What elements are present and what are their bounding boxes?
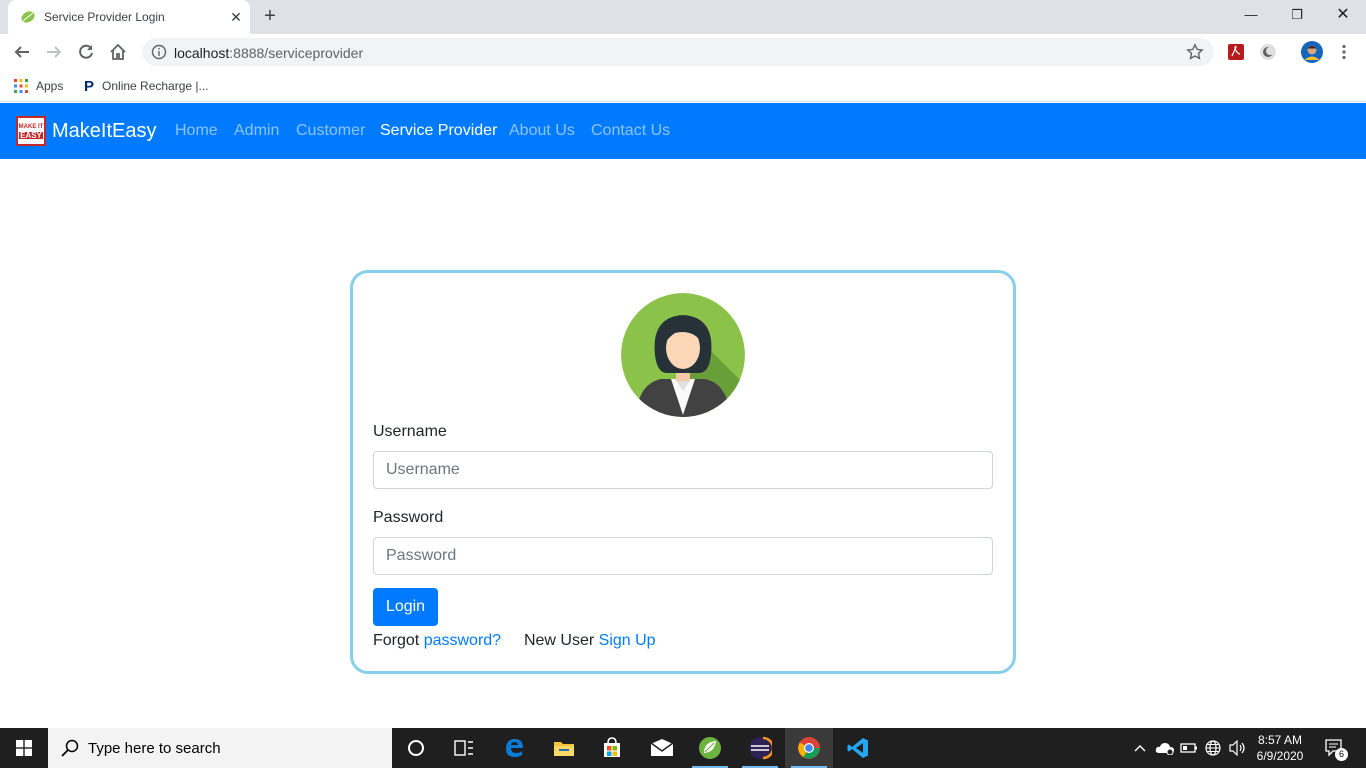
browser-tab[interactable]: Service Provider Login ✕: [8, 0, 250, 34]
url-text: localhost:8888/serviceprovider: [174, 45, 364, 61]
bookmark-label: Apps: [36, 79, 64, 93]
new-user-prefix: New User: [523, 632, 599, 649]
pdf-extension-icon[interactable]: [1224, 40, 1248, 64]
password-label: Password: [373, 509, 444, 526]
battery-icon[interactable]: [1178, 728, 1200, 768]
restore-icon[interactable]: ❐: [1274, 0, 1320, 32]
site-navbar: MAKE IT EASY MakeItEasy Home Admin Custo…: [0, 103, 1366, 159]
nav-link-contact-us[interactable]: Contact Us: [591, 122, 670, 140]
mail-icon[interactable]: [638, 728, 686, 768]
tab-close-icon[interactable]: ✕: [226, 7, 246, 27]
username-input[interactable]: [373, 451, 993, 489]
search-icon: [61, 739, 79, 757]
task-view-icon[interactable]: [440, 728, 488, 768]
onedrive-sync-icon[interactable]: [1153, 728, 1177, 768]
bookmarks-bar: Apps P Online Recharge |...: [0, 70, 1366, 102]
brand-name: MakeItEasy: [52, 119, 157, 142]
file-explorer-icon[interactable]: [540, 728, 588, 768]
notification-count-badge: 6: [1335, 748, 1348, 761]
forward-icon[interactable]: [42, 40, 66, 64]
brand[interactable]: MAKE IT EASY MakeItEasy: [16, 115, 156, 147]
password-input[interactable]: [373, 537, 993, 575]
chrome-icon[interactable]: [785, 728, 833, 768]
nav-link-service-provider[interactable]: Service Provider: [380, 122, 497, 140]
cortana-icon[interactable]: [392, 728, 440, 768]
network-globe-icon[interactable]: [1202, 728, 1224, 768]
reload-icon[interactable]: [74, 40, 98, 64]
windows-start-icon[interactable]: [0, 728, 48, 768]
new-tab-icon[interactable]: +: [258, 5, 282, 29]
profile-avatar[interactable]: [1300, 40, 1324, 64]
info-icon[interactable]: [151, 44, 167, 60]
spring-tool-suite-icon[interactable]: [686, 728, 734, 768]
taskbar-clock[interactable]: 8:57 AM 6/9/2020: [1250, 732, 1310, 764]
logo-text-top: MAKE IT: [18, 123, 44, 130]
address-bar[interactable]: localhost:8888/serviceprovider: [142, 38, 1214, 66]
search-placeholder: Type here to search: [88, 740, 221, 757]
login-card: Username Password Login Forgot password?…: [350, 270, 1016, 674]
user-avatar-image: [621, 293, 745, 417]
close-window-icon[interactable]: ✕: [1320, 0, 1366, 32]
bookmark-label: Online Recharge |...: [102, 79, 209, 93]
nav-link-customer[interactable]: Customer: [296, 122, 365, 140]
logo-text-bottom: EASY: [19, 130, 43, 140]
username-label: Username: [373, 423, 447, 440]
bookmark-online-recharge[interactable]: P Online Recharge |...: [84, 76, 209, 96]
sign-up-link[interactable]: Sign Up: [599, 632, 656, 649]
eclipse-icon[interactable]: [736, 728, 784, 768]
chrome-menu-icon[interactable]: [1332, 40, 1356, 64]
spring-leaf-icon: [21, 11, 35, 23]
clock-time: 8:57 AM: [1257, 733, 1303, 747]
login-button[interactable]: Login: [373, 588, 438, 626]
forgot-prefix: Forgot: [373, 632, 424, 649]
bookmark-star-icon[interactable]: [1186, 43, 1204, 61]
forgot-password-link[interactable]: password?: [424, 632, 501, 649]
nav-link-about-us[interactable]: About Us: [509, 122, 575, 140]
show-hidden-icons-icon[interactable]: [1130, 728, 1150, 768]
tab-title: Service Provider Login: [44, 10, 165, 24]
dark-mode-extension-icon[interactable]: [1256, 40, 1280, 64]
nav-link-home[interactable]: Home: [175, 122, 218, 140]
vscode-icon[interactable]: [834, 728, 882, 768]
browser-toolbar: localhost:8888/serviceprovider: [0, 34, 1366, 70]
bookmark-apps[interactable]: Apps: [14, 76, 63, 96]
apps-grid-icon: [14, 79, 28, 93]
microsoft-store-icon[interactable]: [588, 728, 636, 768]
windows-taskbar: Type here to search 8:57 AM 6/9/2020 6: [0, 728, 1366, 768]
browser-tab-strip: Service Provider Login ✕ + — ❐ ✕: [0, 0, 1366, 34]
volume-icon[interactable]: [1226, 728, 1248, 768]
brand-logo: MAKE IT EASY: [16, 116, 46, 146]
home-icon[interactable]: [106, 40, 130, 64]
taskbar-search[interactable]: Type here to search: [48, 728, 392, 768]
back-icon[interactable]: [10, 40, 34, 64]
action-center-icon[interactable]: 6: [1320, 728, 1350, 768]
minimize-icon[interactable]: —: [1228, 0, 1274, 32]
clock-date: 6/9/2020: [1256, 749, 1304, 763]
paytm-icon: P: [84, 77, 95, 95]
edge-icon[interactable]: [490, 728, 538, 768]
login-footer: Forgot password? New User Sign Up: [373, 632, 656, 650]
nav-link-admin[interactable]: Admin: [234, 122, 279, 140]
